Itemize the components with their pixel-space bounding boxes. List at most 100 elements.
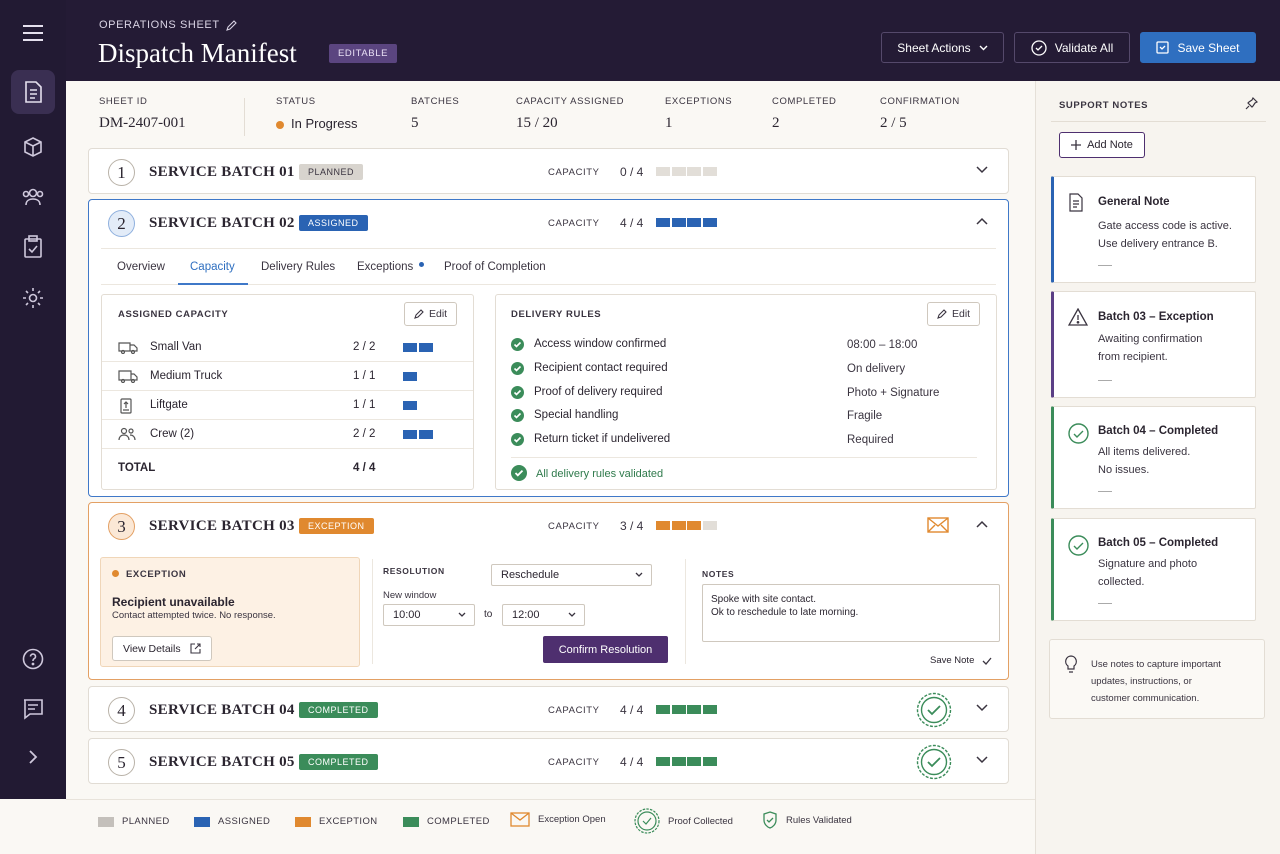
batch-header[interactable]: 3 SERVICE BATCH 03 EXCEPTION CAPACITY 3 … <box>89 503 1008 549</box>
tab-exceptions[interactable]: Exceptions <box>357 261 413 273</box>
menu-icon[interactable] <box>11 11 55 55</box>
tab-capacity[interactable]: Capacity <box>190 261 235 273</box>
capacity-segment <box>671 521 686 530</box>
rule-name: Recipient contact required <box>534 362 668 374</box>
save-note-button[interactable]: Save Note <box>930 655 992 666</box>
capacity-row-value: 1 / 1 <box>353 370 376 382</box>
batch-number: 2 <box>108 210 135 237</box>
batch-header[interactable]: 4 SERVICE BATCH 04 COMPLETED CAPACITY 4 … <box>89 687 1008 733</box>
status-dot <box>276 120 284 129</box>
validate-all-button[interactable]: Validate All <box>1014 32 1130 63</box>
status-label: STATUS <box>276 96 316 107</box>
breadcrumb: OPERATIONS SHEET <box>99 19 237 31</box>
legend-label: ASSIGNED <box>218 816 271 827</box>
pencil-icon[interactable] <box>225 19 237 31</box>
note-dash <box>1098 603 1112 604</box>
capacity-value: 3 / 4 <box>620 519 644 533</box>
chevron-up-icon[interactable] <box>976 217 988 225</box>
exception-open-icon[interactable] <box>927 517 949 533</box>
exception-panel: EXCEPTION Recipient unavailable Contact … <box>100 557 360 667</box>
save-sheet-label: Save Sheet <box>1177 40 1240 55</box>
support-notes-panel: SUPPORT NOTES Add Note General Note Gate… <box>1035 81 1280 854</box>
edit-rules-button[interactable]: Edit <box>927 302 981 326</box>
users-icon[interactable] <box>11 175 55 219</box>
batch-name: SERVICE BATCH 01 <box>149 164 295 180</box>
edit-label: Edit <box>429 308 448 320</box>
document-icon <box>1068 193 1084 212</box>
help-icon[interactable] <box>11 637 55 681</box>
capacity-row: Medium Truck 1 / 1 <box>102 362 473 391</box>
legend-label: Rules Validated <box>786 814 852 826</box>
batch-number: 1 <box>108 159 135 186</box>
edit-capacity-button[interactable]: Edit <box>404 302 458 326</box>
capacity-segment <box>419 430 433 439</box>
capacity-value: 4 / 4 <box>620 755 644 769</box>
window-from-select[interactable]: 10:00 <box>383 604 475 626</box>
capacity-row-value: 2 / 2 <box>353 341 376 353</box>
check-icon <box>511 409 524 422</box>
pencil-icon <box>414 309 424 319</box>
view-details-label: View Details <box>123 642 181 655</box>
capacity-segment <box>687 167 701 176</box>
legend-swatch <box>194 816 210 827</box>
batch-name: SERVICE BATCH 05 <box>149 754 295 770</box>
confirm-resolution-button[interactable]: Confirm Resolution <box>543 636 668 663</box>
exception-dot <box>112 570 119 577</box>
note-line: from recipient. <box>1098 351 1168 363</box>
status-stat: STATUS In Progress <box>276 96 357 131</box>
save-sheet-button[interactable]: Save Sheet <box>1140 32 1256 63</box>
sheet-actions-button[interactable]: Sheet Actions <box>881 32 1004 63</box>
expand-icon[interactable] <box>11 735 55 779</box>
active-tab-underline <box>178 283 248 285</box>
note-card[interactable]: Batch 05 – Completed Signature and photo… <box>1051 518 1256 621</box>
status-badge: PLANNED <box>299 164 364 180</box>
tip-line: customer communication. <box>1091 693 1200 704</box>
capacity-segment <box>687 521 701 530</box>
tab-delivery-rules[interactable]: Delivery Rules <box>261 261 335 273</box>
notes-tip: Use notes to capture important updates, … <box>1049 639 1265 719</box>
batch-header[interactable]: 2 SERVICE BATCH 02 ASSIGNED CAPACITY 4 /… <box>89 200 1008 246</box>
rule-value: 08:00 – 18:00 <box>847 339 918 351</box>
rule-value: Fragile <box>847 410 883 422</box>
batches-label: BATCHES <box>411 96 460 107</box>
batch-header[interactable]: 1 SERVICE BATCH 01 PLANNED CAPACITY 0 / … <box>89 149 1008 195</box>
tip-line: Use notes to capture important <box>1091 659 1221 670</box>
chevron-up-icon[interactable] <box>976 520 988 528</box>
tab-proof-of-completion[interactable]: Proof of Completion <box>444 261 546 273</box>
legend-swatch <box>295 816 311 827</box>
proof-collected-icon <box>634 808 660 834</box>
note-card[interactable]: Batch 03 – Exception Awaiting confirmati… <box>1051 291 1256 398</box>
capacity-label: CAPACITY <box>548 167 600 178</box>
legend-swatch <box>403 816 419 827</box>
note-line: Signature and photo <box>1098 558 1198 570</box>
window-to-select[interactable]: 12:00 <box>502 604 585 626</box>
note-card[interactable]: General Note Gate access code is active.… <box>1051 176 1256 283</box>
assigned-capacity-panel: ASSIGNED CAPACITY Edit Small Van 2 / 2 M… <box>101 294 474 490</box>
chat-icon[interactable] <box>11 687 55 731</box>
chevron-down-icon[interactable] <box>976 756 988 764</box>
legend-bar: PLANNED ASSIGNED EXCEPTION COMPLETED Exc… <box>66 799 1035 854</box>
batch-name: SERVICE BATCH 04 <box>149 702 295 718</box>
pin-icon[interactable] <box>1245 97 1258 110</box>
status-badge: ASSIGNED <box>299 215 368 231</box>
confirmation-label: CONFIRMATION <box>880 96 960 107</box>
settings-icon[interactable] <box>11 276 55 320</box>
clipboard-icon[interactable] <box>11 225 55 269</box>
add-note-button[interactable]: Add Note <box>1059 132 1145 158</box>
tab-overview[interactable]: Overview <box>117 261 165 273</box>
manifest-icon[interactable] <box>11 70 55 114</box>
view-details-button[interactable]: View Details <box>112 636 212 661</box>
resolution-select[interactable]: Reschedule <box>491 564 652 586</box>
capacity-row-name: Liftgate <box>150 399 188 411</box>
panel-title: ASSIGNED CAPACITY <box>118 309 229 320</box>
sheet-actions-label: Sheet Actions <box>897 40 971 55</box>
chevron-down-icon[interactable] <box>976 704 988 712</box>
note-card[interactable]: Batch 04 – Completed All items delivered… <box>1051 406 1256 509</box>
package-icon[interactable] <box>11 125 55 169</box>
divider <box>1051 121 1266 122</box>
van-icon <box>118 340 138 354</box>
truck-icon <box>118 369 138 383</box>
notes-textarea[interactable]: Spoke with site contact. Ok to reschedul… <box>702 584 1000 642</box>
batch-header[interactable]: 5 SERVICE BATCH 05 COMPLETED CAPACITY 4 … <box>89 739 1008 785</box>
chevron-down-icon[interactable] <box>976 166 988 174</box>
